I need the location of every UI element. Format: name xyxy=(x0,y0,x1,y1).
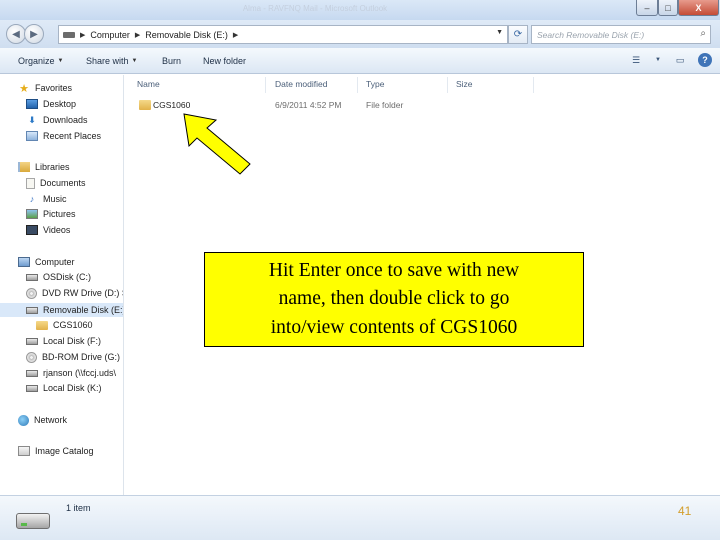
callout-line-3: into/view contents of CGS1060 xyxy=(270,316,518,338)
library-icon xyxy=(18,162,30,172)
nav-removable-disk[interactable]: Removable Disk (E:) xyxy=(0,303,123,317)
nav-computer[interactable]: Computer xyxy=(18,255,123,269)
command-bar: Organize ▼ Share with ▼ Burn New folder ☰ … xyxy=(0,48,720,74)
network-drive-icon xyxy=(26,369,38,377)
nav-local-disk-k[interactable]: Local Disk (K:) xyxy=(26,381,123,395)
usb-drive-icon xyxy=(26,306,38,314)
folder-icon xyxy=(36,320,48,330)
folder-icon xyxy=(139,100,151,110)
details-pane: 1 item xyxy=(0,495,720,540)
music-icon: ♪ xyxy=(29,194,35,204)
nav-cgs1060-folder[interactable]: CGS1060 xyxy=(36,318,123,332)
navigation-pane: ★ Favorites Desktop ⬇ Downloads Recent Pla… xyxy=(0,75,124,495)
minimize-button[interactable]: – xyxy=(636,0,658,16)
organize-button[interactable]: Organize ▼ xyxy=(18,56,63,66)
nav-bd-rom-drive[interactable]: BD-ROM Drive (G:) ( xyxy=(26,350,123,364)
view-tools: ☰ ▼ ▭ ? xyxy=(628,53,712,67)
usb-drive-icon xyxy=(16,513,50,529)
file-type: File folder xyxy=(366,100,404,110)
breadcrumb-chevron-icon[interactable]: ▶ xyxy=(80,31,85,39)
preview-pane-icon[interactable]: ▭ xyxy=(672,53,688,67)
nav-network[interactable]: Network xyxy=(18,413,123,427)
nav-documents[interactable]: Documents xyxy=(26,176,123,190)
column-divider[interactable] xyxy=(447,77,448,93)
nav-music[interactable]: ♪ Music xyxy=(26,192,123,206)
breadcrumb-chevron-icon[interactable]: ▶ xyxy=(135,31,140,39)
nav-downloads[interactable]: ⬇ Downloads xyxy=(26,113,123,127)
column-header-name[interactable]: Name xyxy=(137,79,160,89)
column-header-size[interactable]: Size xyxy=(456,79,473,89)
recent-places-icon xyxy=(26,131,38,141)
close-button[interactable]: X xyxy=(678,0,719,16)
picture-icon xyxy=(26,209,38,219)
nav-osdisk[interactable]: OSDisk (C:) xyxy=(26,270,123,284)
nav-image-catalog[interactable]: Image Catalog xyxy=(18,444,123,458)
annotation-arrow xyxy=(183,113,251,175)
search-input[interactable]: Search Removable Disk (E:) ⌕ xyxy=(531,25,711,44)
network-icon xyxy=(18,414,29,426)
nav-favorites[interactable]: ★ Favorites xyxy=(18,81,123,95)
breadcrumb-chevron-icon[interactable]: ▶ xyxy=(233,31,238,39)
chevron-down-icon: ▼ xyxy=(57,58,64,64)
address-dropdown-icon[interactable]: ▼ xyxy=(496,29,503,36)
refresh-button[interactable]: ⟳ xyxy=(508,25,528,44)
nav-libraries[interactable]: Libraries xyxy=(18,160,123,174)
column-divider[interactable] xyxy=(357,77,358,93)
new-folder-button[interactable]: New folder xyxy=(203,56,246,66)
hard-drive-icon xyxy=(26,273,38,281)
arrow-left-icon: ◀ xyxy=(12,28,20,40)
burn-button[interactable]: Burn xyxy=(162,56,181,66)
video-icon xyxy=(26,225,38,235)
search-icon[interactable]: ⌕ xyxy=(700,28,706,39)
nav-dvd-drive[interactable]: DVD RW Drive (D:) S xyxy=(26,286,123,300)
breadcrumb-computer[interactable]: Computer xyxy=(90,30,130,40)
desktop-icon xyxy=(26,99,38,109)
breadcrumb-removable-disk[interactable]: Removable Disk (E:) xyxy=(145,30,228,40)
address-row: ◀ ▶ ▶ Computer ▶ Removable Disk (E:) ▶ ▼… xyxy=(0,20,720,48)
chevron-down-icon: ▼ xyxy=(131,58,138,64)
share-with-button[interactable]: Share with ▼ xyxy=(86,56,137,66)
chevron-down-icon[interactable]: ▼ xyxy=(654,53,662,67)
nav-network-share[interactable]: rjanson (\\fccj.uds\ xyxy=(26,366,123,380)
column-divider[interactable] xyxy=(265,77,266,93)
maximize-button[interactable]: □ xyxy=(658,0,678,16)
column-header-date-modified[interactable]: Date modified xyxy=(275,79,327,89)
change-view-icon[interactable]: ☰ xyxy=(628,53,644,67)
forward-button[interactable]: ▶ xyxy=(24,24,44,44)
instruction-callout: Hit Enter once to save with new name, th… xyxy=(204,252,584,347)
hard-drive-icon xyxy=(26,384,38,392)
dvd-icon xyxy=(26,287,37,299)
nav-local-disk-f[interactable]: Local Disk (F:) xyxy=(26,334,123,348)
callout-line-1: Hit Enter once to save with new xyxy=(268,260,520,282)
search-placeholder: Search Removable Disk (E:) xyxy=(537,30,645,40)
refresh-icon: ⟳ xyxy=(513,29,523,40)
help-icon[interactable]: ? xyxy=(698,53,712,67)
nav-pictures[interactable]: Pictures xyxy=(26,207,123,221)
download-icon: ⬇ xyxy=(28,114,36,125)
bd-rom-icon xyxy=(26,351,37,363)
file-date-modified: 6/9/2011 4:52 PM xyxy=(275,100,342,110)
drive-icon xyxy=(63,31,75,38)
star-icon: ★ xyxy=(19,82,29,95)
column-divider[interactable] xyxy=(533,77,534,93)
nav-videos[interactable]: Videos xyxy=(26,223,123,237)
image-catalog-icon xyxy=(18,446,30,456)
back-button[interactable]: ◀ xyxy=(6,24,26,44)
arrow-right-icon: ▶ xyxy=(30,28,38,40)
window-title: Alma - RAVFNQ Mail - Microsoft Outlook xyxy=(242,4,388,13)
title-bar: Alma - RAVFNQ Mail - Microsoft Outlook –… xyxy=(0,0,720,20)
hard-drive-icon xyxy=(26,337,38,345)
computer-icon xyxy=(18,257,30,267)
callout-line-2: name, then double click to go xyxy=(278,288,510,310)
item-count: 1 item xyxy=(66,503,91,513)
nav-desktop[interactable]: Desktop xyxy=(26,97,123,111)
slide-page-number: 41 xyxy=(678,504,692,518)
nav-recent-places[interactable]: Recent Places xyxy=(26,129,123,143)
document-icon xyxy=(26,177,35,189)
column-header-type[interactable]: Type xyxy=(366,79,384,89)
address-bar[interactable]: ▶ Computer ▶ Removable Disk (E:) ▶ ▼ xyxy=(58,25,508,44)
